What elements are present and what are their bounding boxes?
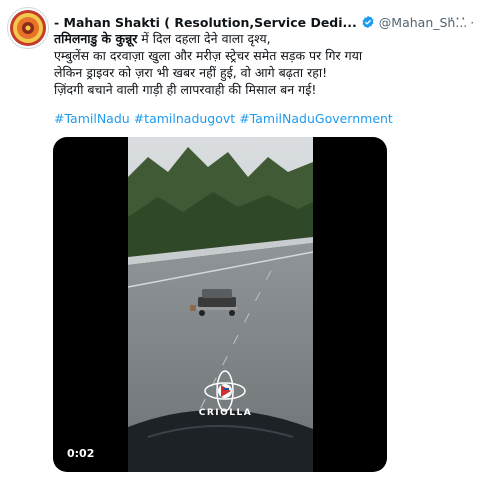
tweet-line-3: लेकिन ड्राइवर को ज़रा भी खबर नहीं हुई, व…	[54, 65, 328, 80]
hashtag-link[interactable]: #TamilNadu	[54, 111, 130, 126]
tweet-line-1-rest: में दिल दहला देने वाला दृश्य,	[137, 31, 271, 46]
watermark-text: CRIOLLA	[198, 408, 253, 418]
more-options-button[interactable]: ···	[447, 8, 469, 30]
separator-dot: ·	[470, 14, 475, 30]
tweet: - Mahan Shakti ( Resolution,Service Dedi…	[0, 0, 477, 480]
video-player[interactable]: CRIOLLA 0:02	[53, 137, 387, 472]
author-name[interactable]: - Mahan Shakti ( Resolution,Service Dedi…	[54, 15, 357, 30]
tweet-header: - Mahan Shakti ( Resolution,Service Dedi…	[54, 12, 474, 32]
tweet-line-1: तमिलनाडु के कुन्नूर में दिल दहला देने वा…	[54, 30, 464, 47]
video-timestamp: 0:02	[67, 447, 95, 460]
tweet-line-4: ज़िंदगी बचाने वाली गाड़ी ही लापरवाही की …	[54, 82, 317, 97]
tweet-text: तमिलनाडु के कुन्नूर में दिल दहला देने वा…	[54, 30, 464, 98]
hashtag-link[interactable]: #TamilNaduGovernment	[239, 111, 393, 126]
avatar[interactable]	[7, 7, 49, 49]
more-icon: ···	[449, 10, 467, 28]
emblem-icon	[10, 10, 46, 46]
verified-badge-icon	[362, 15, 374, 29]
hashtag-link[interactable]: #tamilnadugovt	[134, 111, 235, 126]
tweet-line-2: एम्बुलेंस का दरवाज़ा खुला और मरीज़ स्ट्र…	[54, 48, 363, 63]
hashtag-list: #TamilNadu #tamilnadugovt #TamilNaduGovern…	[54, 111, 397, 126]
tweet-bold-text: तमिलनाडु के कुन्नूर	[54, 31, 138, 46]
watermark-logo-icon	[204, 370, 246, 412]
